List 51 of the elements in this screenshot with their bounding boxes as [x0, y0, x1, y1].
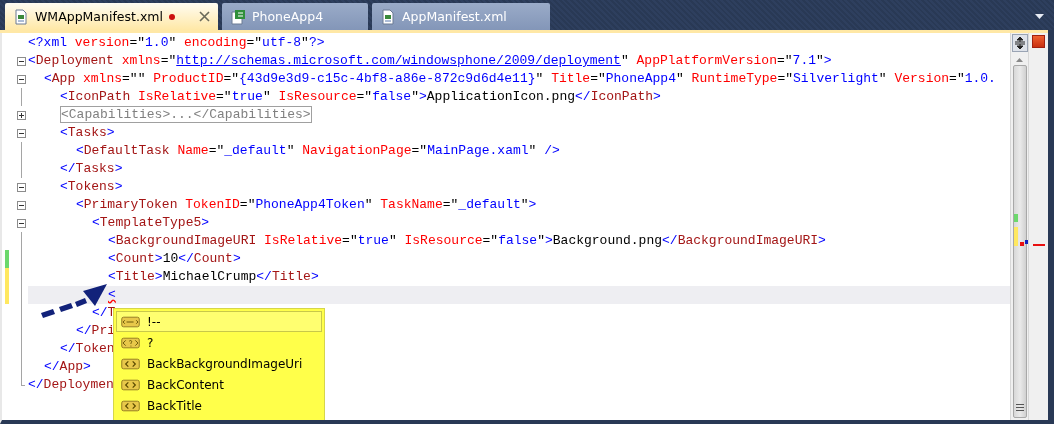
- tag-icon: [120, 398, 141, 413]
- change-indicator: [1013, 227, 1018, 246]
- code-line: <: [108, 287, 116, 303]
- document-icon: [380, 8, 396, 25]
- error-indicator: [1019, 242, 1024, 246]
- bookmark-indicator: [1024, 240, 1028, 244]
- completion-item[interactable]: BackTitle: [116, 395, 322, 416]
- completion-item[interactable]: BackContent: [116, 374, 322, 395]
- code-line: </Pri: [76, 323, 115, 339]
- tag-icon: [120, 377, 141, 392]
- pointer-arrow: [39, 283, 109, 319]
- code-line: <IconPath IsRelative="true" IsResource="false">ApplicationIcon.png</IconPath>: [60, 89, 661, 105]
- code-line: <Title>MichaelCrump</Title>: [108, 269, 319, 285]
- change-indicator: [1013, 214, 1018, 222]
- code-line: <TemplateType5>: [92, 215, 210, 231]
- tag-icon: [120, 314, 141, 329]
- grip-icon[interactable]: [1015, 404, 1024, 411]
- collapse-toggle[interactable]: [17, 57, 26, 66]
- editor-tab[interactable]: WMAppManifest.xml: [5, 3, 218, 30]
- dropdown-arrow-icon[interactable]: [1035, 14, 1044, 19]
- completion-item[interactable]: !--: [116, 311, 322, 332]
- code-line: <Deployment xmlns="http://schemas.microsoft.com/windowsphone/2009/deployment" AppPlatformVersion="7.1">: [28, 53, 832, 69]
- code-line: <Tasks>: [60, 125, 115, 141]
- collapse-toggle[interactable]: [17, 129, 26, 138]
- code-line: </App>: [44, 359, 91, 375]
- error-indicator: [1033, 244, 1045, 246]
- code-line: </Token: [60, 341, 115, 357]
- expand-toggle[interactable]: [17, 111, 26, 120]
- code-line: <App xmlns="" ProductID="{43d9e3d9-c15c-4bf8-a86e-872c9d6d4e11}" Title="PhoneApp4" RuntimeType="Silverlight" Version="1.0.: [44, 71, 996, 87]
- collapse-toggle[interactable]: [17, 219, 26, 228]
- code-file-icon: [230, 8, 246, 25]
- code-line: <DefaultTask Name="_default" NavigationPage="MainPage.xaml" />: [76, 143, 560, 159]
- tag-icon: [120, 335, 141, 350]
- code-line: <BackgroundImageURI IsRelative="true" IsResource="false">Background.png</BackgroundImageURI>: [108, 233, 826, 249]
- scroll-thumb[interactable]: [1012, 65, 1027, 418]
- code-line: <PrimaryToken TokenID="PhoneApp4Token" TaskName="_default">: [76, 197, 537, 213]
- code-line: </Tasks>: [60, 161, 123, 177]
- document-icon: [13, 8, 29, 25]
- collapse-toggle[interactable]: [17, 183, 26, 192]
- collapse-toggle[interactable]: [17, 75, 26, 84]
- collapse-toggle[interactable]: [17, 201, 26, 210]
- completion-item[interactable]: BackBackgroundImageUri: [116, 353, 322, 374]
- tag-icon: [120, 356, 141, 371]
- close-icon[interactable]: [199, 11, 210, 22]
- code-line: </Deploymen: [28, 377, 114, 393]
- code-line: <Tokens>: [60, 179, 123, 195]
- scroll-up-icon[interactable]: [1016, 58, 1023, 62]
- code-line: <?xml version="1.0" encoding="utf-8"?>: [28, 35, 325, 51]
- split-button[interactable]: [1011, 34, 1028, 52]
- code-line: <Count>10</Count>: [108, 251, 241, 267]
- completion-item[interactable]: ?: [116, 332, 322, 353]
